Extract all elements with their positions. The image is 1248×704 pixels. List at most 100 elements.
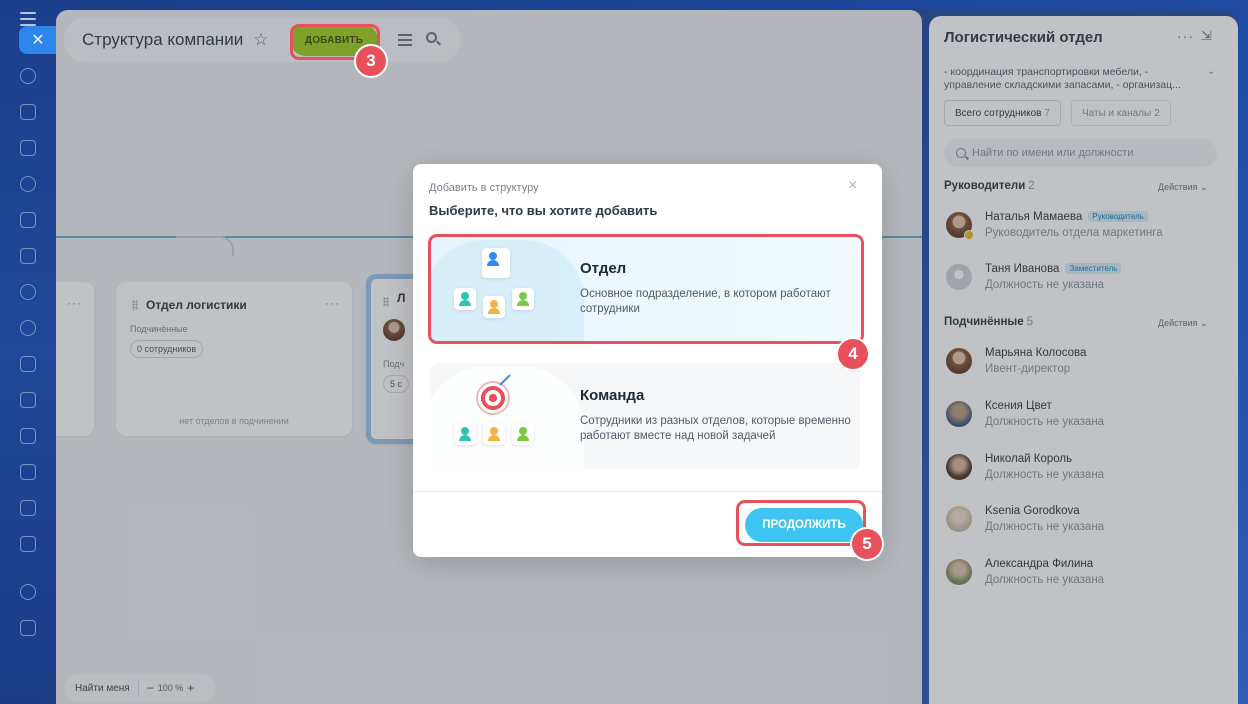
person-role: Должность не указана — [985, 521, 1105, 533]
section-label: Подчинённые — [944, 316, 1024, 328]
role-badge: Руководитель — [1088, 211, 1148, 222]
avatar — [383, 319, 405, 341]
docs-icon[interactable] — [20, 212, 36, 228]
drag-handle-icon[interactable] — [383, 297, 389, 307]
department-title: Л — [397, 291, 406, 305]
settings-icon[interactable] — [20, 584, 36, 600]
close-icon: ✕ — [31, 32, 45, 49]
zoom-out-button[interactable]: − — [147, 681, 154, 695]
empty-subdepartments-text: нет отделов в подчинении — [179, 416, 289, 426]
option-description: Сотрудники из разных отделов, которые вр… — [580, 415, 851, 442]
tab-count: 7 — [1044, 107, 1051, 119]
subordinates-section-title: Подчинённые 5 — [944, 316, 1033, 328]
crm-icon[interactable] — [20, 284, 36, 300]
wallet-icon[interactable] — [20, 500, 36, 516]
mail-icon[interactable] — [20, 248, 36, 264]
name-text: Наталья Мамаева — [985, 211, 1083, 223]
chat-icon[interactable] — [20, 140, 36, 156]
tasks-icon[interactable] — [20, 104, 36, 120]
list-item-subordinate[interactable]: Николай Король Должность не указана — [944, 452, 1224, 486]
divider — [413, 491, 882, 492]
menu-icon[interactable] — [398, 34, 412, 46]
checklist-icon[interactable] — [20, 392, 36, 408]
avatar — [946, 348, 972, 374]
avatar — [946, 506, 972, 532]
step-marker-3: 3 — [354, 44, 388, 78]
left-sidebar: ✕ — [0, 0, 57, 704]
subordinates-actions-dropdown[interactable]: Действия ⌄ — [1158, 318, 1207, 329]
subordinates-label: Подчинённые — [130, 324, 188, 334]
employees-icon[interactable] — [20, 320, 36, 336]
apps-icon[interactable] — [20, 620, 36, 636]
person-role: Руководитель отдела маркетинга — [985, 227, 1163, 239]
person-name: Ksenia Gorodkova — [985, 505, 1080, 517]
employee-count-badge: 5 с — [383, 375, 410, 393]
option-team[interactable]: Команда Сотрудники из разных отделов, ко… — [430, 363, 860, 469]
department-card[interactable]: ··· — [56, 282, 94, 436]
heads-actions-dropdown[interactable]: Действия ⌄ — [1158, 182, 1207, 193]
employee-search-input[interactable]: Найти по имени или должности — [944, 139, 1217, 167]
calendar-icon[interactable] — [20, 428, 36, 444]
tab-all-employees[interactable]: Всего сотрудников 7 — [944, 100, 1062, 126]
panel-title: Логистический отдел — [944, 29, 1103, 46]
star-icon[interactable]: ☆ — [253, 30, 268, 50]
department-description: - координация транспортировки мебели, - … — [944, 66, 1181, 91]
department-detail-panel: Логистический отдел ··· ⇲ - координация … — [929, 16, 1238, 704]
chevron-down-icon[interactable]: ⌄ — [1207, 66, 1215, 77]
zoom-level: 100 % — [157, 683, 184, 693]
hamburger-icon[interactable] — [20, 12, 36, 26]
person-role: Ивент-директор — [985, 363, 1071, 375]
find-me-button[interactable]: Найти меня — [75, 683, 130, 694]
more-icon[interactable]: ··· — [67, 296, 82, 310]
drag-handle-icon[interactable] — [132, 300, 138, 310]
robot-icon[interactable] — [20, 464, 36, 480]
divider — [137, 680, 139, 696]
step-marker-4: 4 — [836, 337, 870, 371]
avatar — [946, 212, 974, 240]
highlight-continue-button — [736, 500, 866, 546]
collab-icon[interactable] — [20, 176, 36, 192]
list-item-head[interactable]: Таня Иванова Заместитель Должность не ука… — [944, 262, 1224, 296]
step-marker-5: 5 — [850, 527, 884, 561]
person-role: Должность не указана — [985, 574, 1105, 586]
list-item-subordinate[interactable]: Александра Филина Должность не указана — [944, 557, 1224, 591]
list-item-head[interactable]: Наталья Мамаева Руководитель Руководитель… — [944, 210, 1224, 244]
person-name: Ксения Цвет — [985, 400, 1052, 412]
person-icon — [454, 423, 476, 445]
avatar — [946, 454, 972, 480]
close-slider-button[interactable]: ✕ — [19, 26, 57, 54]
department-card-logistics[interactable]: Отдел логистики ··· Подчинённые 0 сотруд… — [116, 282, 352, 436]
zoom-in-button[interactable]: + — [187, 681, 194, 695]
role-badge: Заместитель — [1065, 263, 1122, 274]
close-icon[interactable]: × — [848, 177, 857, 195]
feed-icon[interactable] — [20, 68, 36, 84]
page-title: Структура компании — [82, 30, 244, 49]
list-item-subordinate[interactable]: Ksenia Gorodkova Должность не указана — [944, 504, 1224, 538]
cloud-illustration — [430, 367, 584, 469]
canvas-toolbar: Структура компании ☆ ДОБАВИТЬ — [64, 18, 460, 62]
list-item-subordinate[interactable]: Марьяна Колосова Ивент-директор — [944, 346, 1224, 380]
target-icon — [476, 381, 510, 415]
search-icon[interactable] — [426, 32, 441, 46]
section-label: Руководители — [944, 180, 1026, 192]
more-icon[interactable]: ··· — [1177, 28, 1194, 44]
person-icon — [483, 423, 505, 445]
connector-line — [176, 236, 234, 256]
search-icon — [956, 148, 966, 158]
crown-icon — [964, 230, 974, 240]
tab-label: Чаты и каналы — [1082, 107, 1152, 119]
employee-count-badge: 0 сотрудников — [130, 340, 204, 358]
list-item-subordinate[interactable]: Ксения Цвет Должность не указана — [944, 399, 1224, 433]
avatar — [946, 559, 972, 585]
actions-label: Действия — [1158, 318, 1198, 328]
heads-section-title: Руководители 2 — [944, 180, 1035, 192]
dialog-subtitle: Добавить в структуру — [429, 182, 539, 194]
collapse-icon[interactable]: ⇲ — [1201, 28, 1212, 44]
cart-icon[interactable] — [20, 536, 36, 552]
tab-chats-channels[interactable]: Чаты и каналы 2 — [1071, 100, 1171, 126]
person-name: Наталья Мамаева Руководитель — [985, 211, 1148, 223]
search-placeholder: Найти по имени или должности — [972, 147, 1134, 159]
more-icon[interactable]: ··· — [325, 296, 340, 310]
person-icon — [512, 423, 534, 445]
sign-icon[interactable] — [20, 356, 36, 372]
